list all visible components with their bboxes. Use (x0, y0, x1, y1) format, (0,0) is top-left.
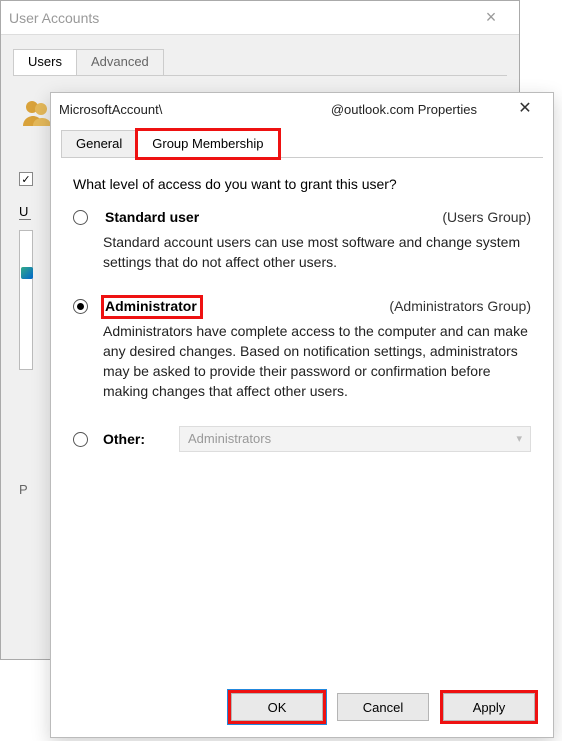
users-icon (19, 96, 53, 130)
apply-button[interactable]: Apply (443, 693, 535, 721)
user-item-icon (21, 267, 33, 279)
access-prompt: What level of access do you want to gran… (73, 176, 531, 192)
dialog-buttons: OK Cancel Apply (51, 683, 553, 737)
parent-titlebar: User Accounts × (1, 1, 519, 35)
radio-administrator[interactable] (73, 299, 88, 314)
other-group-select: Administrators ▾ (179, 426, 531, 452)
administrator-description: Administrators have complete access to t… (103, 321, 531, 402)
tab-advanced[interactable]: Advanced (76, 49, 164, 75)
user-properties-dialog: MicrosoftAccount\ @outlook.com Propertie… (50, 92, 554, 738)
option-administrator: Administrator (Administrators Group) Adm… (73, 297, 531, 418)
standard-user-group: (Users Group) (442, 208, 531, 225)
radio-standard-user[interactable] (73, 210, 88, 225)
title-account-prefix: MicrosoftAccount\ (59, 102, 162, 117)
users-section-label: U (19, 204, 31, 220)
checkbox-icon[interactable]: ✓ (19, 172, 33, 186)
cancel-button[interactable]: Cancel (337, 693, 429, 721)
other-label: Other: (103, 431, 175, 447)
administrator-label: Administrator (103, 297, 201, 317)
standard-user-description: Standard account users can use most soft… (103, 232, 531, 273)
chevron-down-icon: ▾ (516, 432, 522, 445)
users-listbox[interactable] (19, 230, 33, 370)
ok-button[interactable]: OK (231, 693, 323, 721)
parent-title: User Accounts (9, 10, 99, 26)
child-titlebar: MicrosoftAccount\ @outlook.com Propertie… (51, 93, 553, 123)
administrator-group: (Administrators Group) (389, 297, 531, 314)
option-standard-user: Standard user (Users Group) Standard acc… (73, 208, 531, 289)
close-icon[interactable]: ✕ (505, 95, 545, 123)
other-group-value: Administrators (188, 431, 271, 446)
option-other: Other: Administrators ▾ (73, 426, 531, 452)
standard-user-label: Standard user (103, 208, 203, 228)
radio-other[interactable] (73, 432, 88, 447)
parent-tabs: Users Advanced (13, 49, 507, 76)
tab-general[interactable]: General (61, 130, 137, 158)
tab-group-membership[interactable]: Group Membership (137, 130, 278, 158)
group-membership-panel: What level of access do you want to gran… (51, 158, 553, 683)
tab-users[interactable]: Users (13, 49, 77, 75)
child-tabs: General Group Membership (61, 129, 543, 158)
title-account-suffix: @outlook.com Properties (331, 102, 477, 117)
close-icon[interactable]: × (471, 7, 511, 28)
